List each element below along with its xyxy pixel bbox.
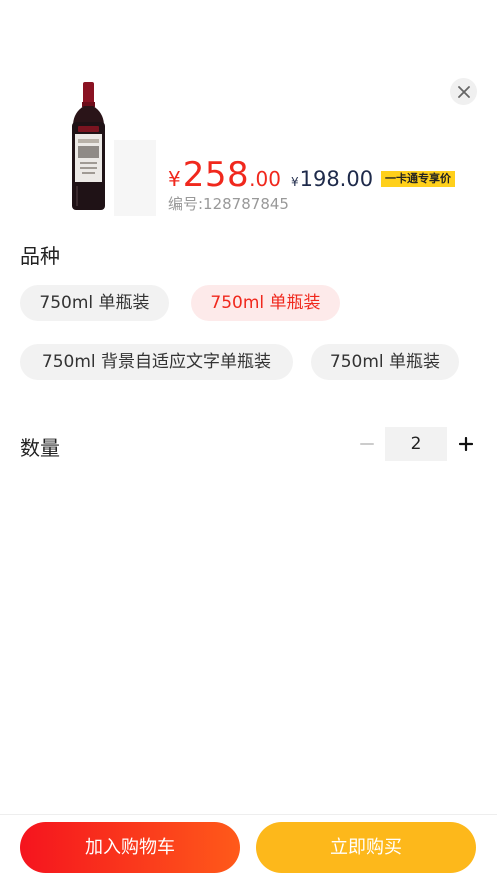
sale-price-integer: 258 bbox=[182, 155, 250, 195]
close-button[interactable] bbox=[450, 78, 477, 105]
buy-now-button[interactable]: 立即购买 bbox=[256, 822, 476, 873]
product-code: 编号:128787845 bbox=[168, 195, 289, 213]
price-row: ¥ 258 .00 ¥ 198.00 bbox=[168, 155, 379, 195]
sale-price-decimal: .00 bbox=[249, 167, 281, 191]
add-to-cart-button[interactable]: 加入购物车 bbox=[20, 822, 240, 873]
member-price: 198.00 bbox=[299, 167, 374, 191]
variant-option-selected[interactable]: 750ml 单瓶装 bbox=[191, 285, 340, 321]
product-image bbox=[56, 76, 156, 216]
plus-icon bbox=[459, 437, 473, 451]
minus-icon bbox=[360, 443, 374, 445]
quantity-increase-button[interactable] bbox=[455, 431, 477, 457]
variant-section-title: 品种 bbox=[20, 244, 60, 268]
quantity-value[interactable]: 2 bbox=[385, 427, 447, 461]
variant-option[interactable]: 750ml 单瓶装 bbox=[20, 285, 169, 321]
member-price-badge: 一卡通专享价 bbox=[381, 171, 455, 187]
price-currency-symbol: ¥ bbox=[168, 167, 181, 191]
quantity-decrease-button[interactable] bbox=[356, 431, 378, 457]
variant-option[interactable]: 750ml 单瓶装 bbox=[311, 344, 459, 380]
variant-option[interactable]: 750ml 背景自适应文字单瓶装 bbox=[20, 344, 293, 380]
member-price-currency-symbol: ¥ bbox=[290, 175, 299, 189]
close-icon bbox=[457, 85, 470, 98]
quantity-section-title: 数量 bbox=[20, 436, 60, 460]
